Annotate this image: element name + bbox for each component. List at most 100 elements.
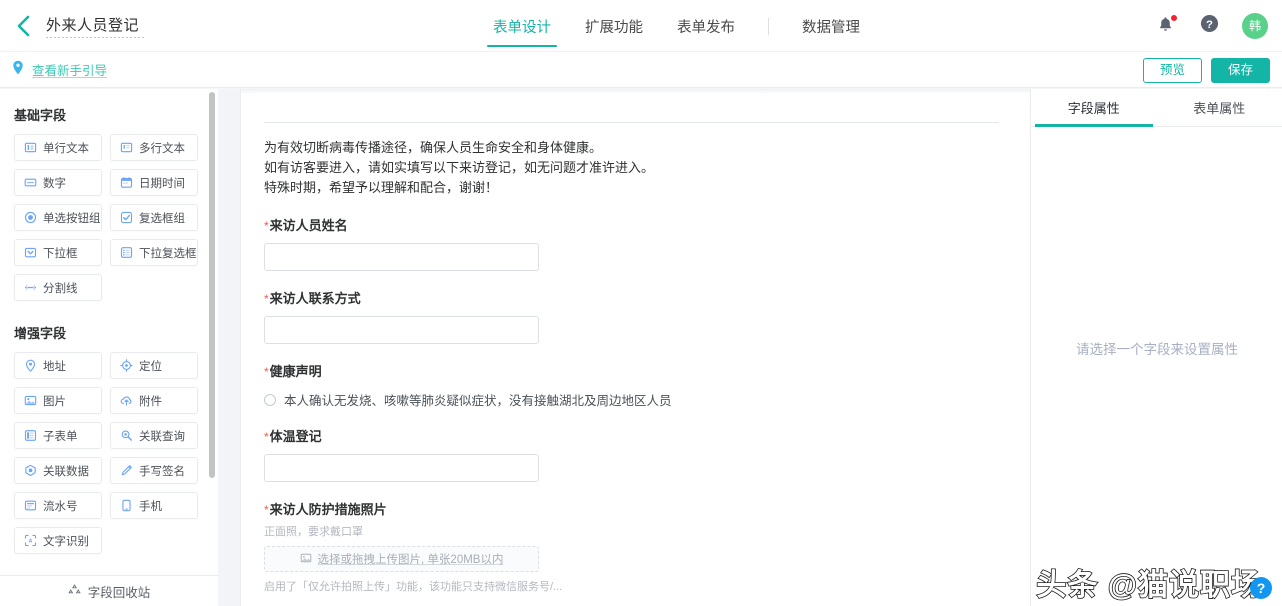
palette-item-single-line-text[interactable]: 单行文本	[14, 134, 102, 161]
canvas-top-shade	[241, 89, 1030, 94]
form-field-temperature[interactable]: *体温登记	[264, 428, 999, 482]
form-intro-text: 为有效切断病毒传播途径，确保人员生命安全和身体健康。 如有访客要进入，请如实填写…	[264, 138, 999, 198]
link-search-icon	[120, 429, 133, 442]
palette-item-subform[interactable]: 子表单	[14, 422, 102, 449]
palette-item-link-data[interactable]: 关联数据	[14, 457, 102, 484]
ocr-icon: A	[24, 534, 37, 547]
sidebar-scrollbar[interactable]	[209, 92, 215, 478]
required-mark: *	[264, 292, 269, 306]
divider-icon	[24, 281, 37, 294]
palette-item-dropdown-multi[interactable]: 下拉复选框	[110, 239, 198, 266]
notification-badge	[1170, 14, 1178, 22]
tab-data-management[interactable]: 数据管理	[785, 0, 877, 52]
view-beginner-guide-link[interactable]: 查看新手引导	[12, 60, 107, 80]
svg-text:A: A	[29, 539, 33, 545]
tab-field-properties[interactable]: 字段属性	[1031, 89, 1157, 126]
palette-item-link-search[interactable]: 关联查询	[110, 422, 198, 449]
form-field-visitor-name[interactable]: *来访人员姓名	[264, 217, 999, 271]
palette-item-label: 手写签名	[139, 463, 185, 479]
palette-item-number[interactable]: 数字	[14, 169, 102, 196]
radio-button-icon[interactable]	[264, 394, 276, 406]
image-icon	[300, 552, 312, 567]
notifications-button[interactable]	[1154, 15, 1176, 37]
palette-item-label: 分割线	[43, 280, 78, 296]
intro-line-3: 特殊时期，希望予以理解和配合，谢谢！	[264, 178, 999, 198]
health-declaration-option-label: 本人确认无发烧、咳嗽等肺炎疑似症状，没有接触湖北及周边地区人员	[284, 390, 672, 409]
visitor-contact-input[interactable]	[264, 316, 539, 344]
required-mark: *	[264, 365, 269, 379]
upload-note: 启用了「仅允许拍照上传」功能，该功能只支持微信服务号/...	[264, 578, 999, 594]
checkbox-group-icon	[120, 211, 133, 224]
basic-fields-grid: 单行文本 多行文本 数字	[0, 124, 210, 301]
field-palette-sidebar: 基础字段 单行文本 多行文本	[0, 89, 218, 606]
form-body: 为有效切断病毒传播途径，确保人员生命安全和身体健康。 如有访客要进入，请如实填写…	[264, 122, 999, 594]
palette-item-label: 单行文本	[43, 140, 89, 156]
image-upload-dropzone[interactable]: 选择或拖拽上传图片, 单张20MB以内	[264, 546, 539, 572]
dropdown-multi-icon	[120, 246, 133, 259]
palette-item-gps[interactable]: 定位	[110, 352, 198, 379]
form-field-protection-photo[interactable]: *来访人防护措施照片 正面照，要求戴口罩 选择或拖拽上传图片, 单张20MB以内…	[264, 501, 999, 594]
tab-extended-features[interactable]: 扩展功能	[568, 0, 660, 52]
temperature-input[interactable]	[264, 454, 539, 482]
palette-item-multi-line-text[interactable]: 多行文本	[110, 134, 198, 161]
form-field-visitor-contact[interactable]: *来访人联系方式	[264, 290, 999, 344]
page-title[interactable]: 外来人员登记	[46, 14, 139, 38]
visitor-name-input[interactable]	[264, 243, 539, 271]
palette-item-ocr[interactable]: A 文字识别	[14, 527, 102, 554]
palette-item-label: 手机	[139, 498, 162, 514]
palette-item-address[interactable]: 地址	[14, 352, 102, 379]
form-field-health-declaration[interactable]: *健康声明 本人确认无发烧、咳嗽等肺炎疑似症状，没有接触湖北及周边地区人员	[264, 363, 999, 409]
required-mark: *	[264, 430, 269, 444]
palette-item-datetime[interactable]: 日期时间	[110, 169, 198, 196]
palette-item-label: 下拉框	[43, 245, 78, 261]
palette-item-checkbox-group[interactable]: 复选框组	[110, 204, 198, 231]
field-label: *来访人防护措施照片	[264, 501, 999, 519]
palette-item-divider[interactable]: 分割线	[14, 274, 102, 301]
palette-item-attachment[interactable]: 附件	[110, 387, 198, 414]
field-label-text: 来访人联系方式	[270, 291, 361, 306]
tab-form-publish[interactable]: 表单发布	[660, 0, 752, 52]
field-label: *健康声明	[264, 363, 999, 381]
field-recycle-bin-button[interactable]: 字段回收站	[0, 575, 218, 606]
palette-item-label: 关联查询	[139, 428, 185, 444]
palette-item-image[interactable]: 图片	[14, 387, 102, 414]
palette-item-mobile-phone[interactable]: 手机	[110, 492, 198, 519]
main-nav-tabs: 表单设计 扩展功能 表单发布 数据管理	[476, 0, 877, 52]
sub-toolbar: 查看新手引导 预览 保存	[0, 52, 1282, 88]
health-declaration-radio-row[interactable]: 本人确认无发烧、咳嗽等肺炎疑似症状，没有接触湖北及周边地区人员	[264, 390, 999, 409]
enhanced-fields-grid: 地址 定位 图片	[0, 342, 210, 554]
field-label-text: 来访人防护措施照片	[270, 502, 387, 517]
serial-number-icon	[24, 499, 37, 512]
mobile-phone-icon	[120, 499, 133, 512]
palette-item-label: 日期时间	[139, 175, 185, 191]
guide-label: 查看新手引导	[32, 60, 107, 79]
back-button[interactable]	[0, 0, 46, 52]
help-button[interactable]: ?	[1198, 15, 1220, 37]
palette-item-signature[interactable]: 手写签名	[110, 457, 198, 484]
link-data-icon	[24, 464, 37, 477]
save-button[interactable]: 保存	[1211, 58, 1270, 83]
subform-icon	[24, 429, 37, 442]
field-label-text: 来访人员姓名	[270, 218, 348, 233]
intro-line-2: 如有访客要进入，请如实填写以下来访登记，如无问题才准许进入。	[264, 158, 999, 178]
number-icon	[24, 176, 37, 189]
palette-item-radio-group[interactable]: 单选按钮组	[14, 204, 102, 231]
palette-item-label: 附件	[139, 393, 162, 409]
palette-item-dropdown[interactable]: 下拉框	[14, 239, 102, 266]
chevron-left-icon	[16, 15, 31, 37]
palette-item-label: 数字	[43, 175, 66, 191]
tab-form-design[interactable]: 表单设计	[476, 0, 568, 52]
palette-item-label: 子表单	[43, 428, 78, 444]
palette-item-serial-number[interactable]: 流水号	[14, 492, 102, 519]
form-canvas: 为有效切断病毒传播途径，确保人员生命安全和身体健康。 如有访客要进入，请如实填写…	[240, 89, 1030, 606]
calendar-icon	[120, 176, 133, 189]
palette-item-label: 多行文本	[139, 140, 185, 156]
avatar[interactable]: 韩	[1242, 13, 1268, 39]
tab-form-properties[interactable]: 表单属性	[1157, 89, 1282, 126]
upload-label: 选择或拖拽上传图片, 单张20MB以内	[318, 551, 504, 567]
palette-item-label: 地址	[43, 358, 66, 374]
nav-divider	[768, 18, 769, 35]
app-root: 外来人员登记 表单设计 扩展功能 表单发布 数据管理	[0, 0, 1282, 606]
preview-button[interactable]: 预览	[1143, 58, 1202, 83]
palette-item-label: 下拉复选框	[139, 245, 197, 261]
